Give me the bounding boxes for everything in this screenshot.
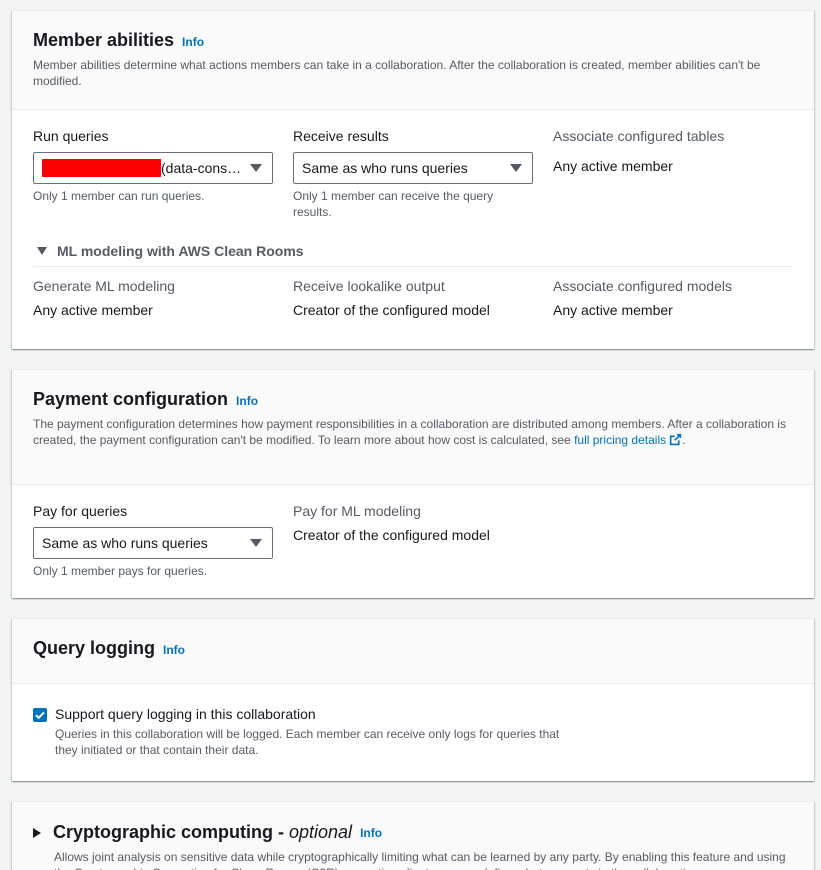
pay-queries-selected: Same as who runs queries: [42, 535, 208, 551]
pay-ml-label: Pay for ML modeling: [293, 503, 421, 519]
crypto-optional-text: optional: [289, 822, 353, 842]
query-logging-card: Query logging Info Support query logging…: [12, 618, 814, 781]
associate-tables-value: Any active member: [553, 158, 673, 174]
pay-queries-select[interactable]: Same as who runs queries: [33, 527, 273, 559]
caret-right-icon: [33, 827, 41, 838]
ml-modeling-expander[interactable]: ML modeling with AWS Clean Rooms: [37, 243, 304, 259]
pricing-details-link-text: full pricing details: [574, 433, 667, 447]
pricing-details-link[interactable]: full pricing details: [574, 433, 682, 447]
associate-models-label: Associate configured models: [553, 278, 732, 294]
run-queries-label: Run queries: [33, 128, 109, 144]
query-logging-title: Query logging Info: [33, 638, 794, 659]
generate-ml-label: Generate ML modeling: [33, 278, 175, 294]
generate-ml-value: Any active member: [33, 302, 153, 318]
member-abilities-body: Run queries (data-cons… Only 1 member ca…: [12, 110, 814, 349]
cryptographic-computing-card: Cryptographic computing - optional Info …: [12, 801, 814, 870]
member-abilities-title: Member abilities Info: [33, 30, 794, 51]
associate-tables-label: Associate configured tables: [553, 128, 725, 144]
crypto-info-link[interactable]: Info: [360, 826, 382, 840]
query-logging-header: Query logging Info: [12, 619, 814, 684]
query-logging-checkbox[interactable]: [33, 708, 47, 722]
payment-info-link[interactable]: Info: [236, 394, 258, 408]
receive-results-select[interactable]: Same as who runs queries: [293, 152, 533, 184]
payment-body: Pay for queries Same as who runs queries…: [12, 485, 814, 598]
pay-ml-value: Creator of the configured model: [293, 527, 490, 543]
run-queries-selected-suffix: (data-cons…: [161, 160, 242, 176]
crypto-header: Cryptographic computing - optional Info …: [12, 802, 814, 870]
associate-models-value: Any active member: [553, 302, 673, 318]
payment-header: Payment configuration Info The payment c…: [12, 370, 814, 485]
ml-section-divider: [33, 266, 792, 267]
receive-results-selected: Same as who runs queries: [302, 160, 468, 176]
member-abilities-info-link[interactable]: Info: [182, 35, 204, 49]
pay-queries-label: Pay for queries: [33, 503, 128, 519]
lookalike-output-label: Receive lookalike output: [293, 278, 445, 294]
member-abilities-header: Member abilities Info Member abilities d…: [12, 11, 814, 110]
query-logging-body: Support query logging in this collaborat…: [12, 684, 814, 781]
payment-title: Payment configuration Info: [33, 389, 794, 410]
member-abilities-card: Member abilities Info Member abilities d…: [12, 10, 814, 349]
lookalike-output-value: Creator of the configured model: [293, 302, 490, 318]
query-logging-title-text: Query logging: [33, 638, 156, 658]
member-abilities-description: Member abilities determine what actions …: [33, 58, 761, 88]
payment-description-suffix: .: [682, 433, 686, 447]
query-logging-info-link[interactable]: Info: [163, 643, 185, 657]
receive-results-label: Receive results: [293, 128, 389, 144]
run-queries-select[interactable]: (data-cons…: [33, 152, 273, 184]
checkmark-icon: [35, 711, 45, 720]
run-queries-hint: Only 1 member can run queries.: [33, 189, 205, 203]
receive-results-hint: Only 1 member can receive the query resu…: [293, 189, 494, 219]
crypto-description: Allows joint analysis on sensitive data …: [54, 850, 786, 870]
pay-queries-hint: Only 1 member pays for queries.: [33, 564, 208, 578]
external-link-icon: [669, 433, 682, 446]
chevron-down-icon: [510, 164, 522, 172]
ml-modeling-expander-label: ML modeling with AWS Clean Rooms: [57, 243, 304, 259]
crypto-title-text: Cryptographic computing -: [53, 822, 289, 842]
query-logging-checkbox-label[interactable]: Support query logging in this collaborat…: [55, 706, 316, 722]
payment-description: The payment configuration determines how…: [33, 416, 794, 448]
chevron-down-icon: [250, 164, 262, 172]
chevron-down-icon: [250, 539, 262, 547]
query-logging-hint: Queries in this collaboration will be lo…: [55, 727, 560, 757]
payment-configuration-card: Payment configuration Info The payment c…: [12, 369, 814, 598]
payment-title-text: Payment configuration: [33, 389, 229, 409]
redacted-member-name: [42, 159, 161, 177]
caret-down-icon: [37, 247, 47, 255]
crypto-expander[interactable]: Cryptographic computing - optional Info: [33, 822, 794, 843]
member-abilities-title-text: Member abilities: [33, 30, 175, 50]
